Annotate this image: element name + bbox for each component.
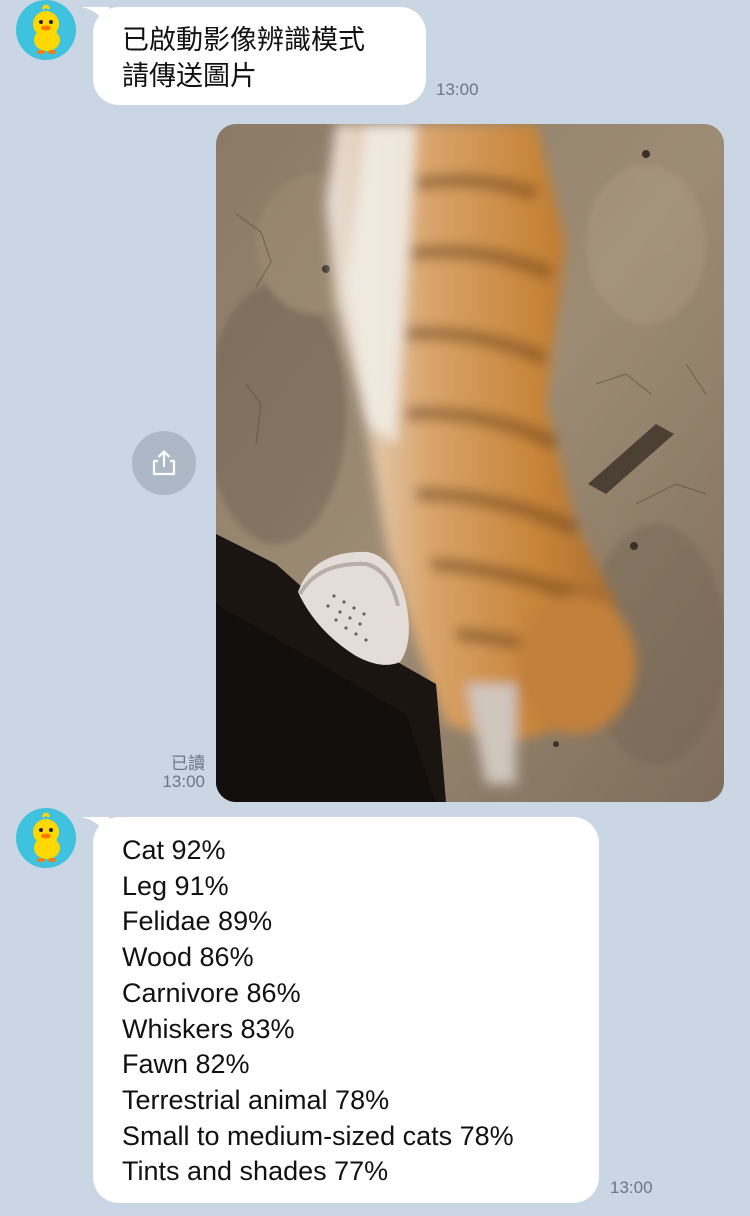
message-bubble-mode[interactable]: 已啟動影像辨識模式 請傳送圖片: [81, 7, 426, 105]
share-icon: [152, 450, 176, 476]
duck-avatar-icon: [33, 812, 60, 862]
bot-avatar[interactable]: [16, 0, 76, 60]
result-line: Wood 86%: [122, 942, 254, 973]
result-line: Whiskers 83%: [122, 1013, 295, 1044]
message-line: 已啟動影像辨識模式: [122, 25, 365, 56]
message-bubble-results[interactable]: Cat 92% Leg 91% Felidae 89% Wood 86% Car…: [81, 817, 599, 1203]
cat-photo-image: [216, 124, 724, 802]
sent-photo[interactable]: [216, 124, 724, 802]
read-receipt: 已讀: [171, 754, 205, 773]
message-time: 13:00: [610, 1178, 653, 1197]
message-time: 13:00: [436, 80, 479, 99]
result-line: Terrestrial animal 78%: [122, 1084, 390, 1115]
result-line: Small to medium-sized cats 78%: [122, 1120, 514, 1151]
share-button[interactable]: [132, 431, 196, 495]
bot-avatar[interactable]: [16, 808, 76, 868]
result-line: Fawn 82%: [122, 1049, 250, 1080]
result-line: Felidae 89%: [122, 906, 273, 937]
result-line: Tints and shades 77%: [122, 1156, 389, 1187]
photo-time: 13:00: [162, 772, 205, 791]
message-line: 請傳送圖片: [122, 61, 257, 92]
bubble-tail: [81, 7, 109, 27]
bubble-tail: [81, 817, 109, 837]
result-line: Cat 92%: [122, 835, 226, 865]
result-line: Leg 91%: [122, 870, 229, 901]
duck-avatar-icon: [33, 4, 60, 54]
result-line: Carnivore 86%: [122, 977, 301, 1008]
